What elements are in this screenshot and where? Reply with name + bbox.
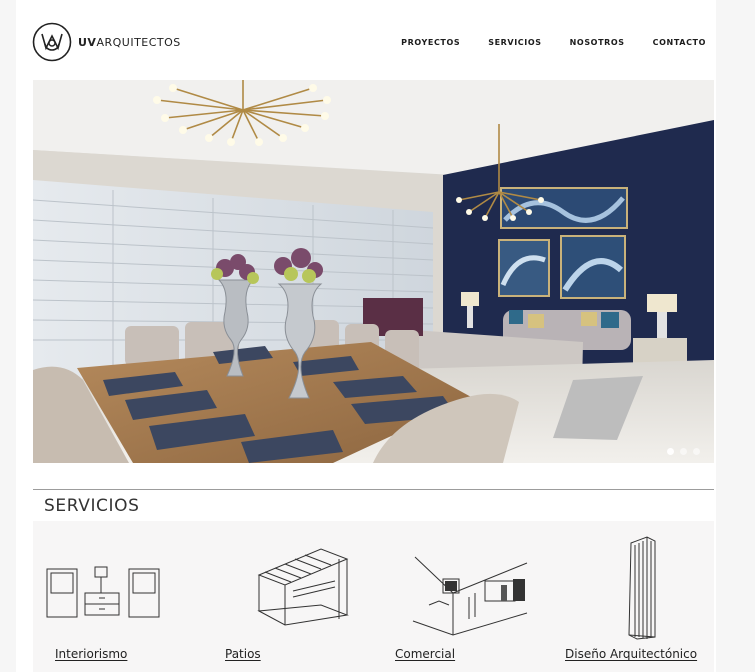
- nav-servicios[interactable]: SERVICIOS: [488, 38, 541, 47]
- slider-dot-2[interactable]: [680, 448, 687, 455]
- service-label: Patios: [225, 647, 261, 661]
- services-title: SERVICIOS: [44, 496, 140, 516]
- nav-contacto[interactable]: CONTACTO: [653, 38, 706, 47]
- service-label: Diseño Arquitectónico: [565, 647, 698, 661]
- service-label: Comercial: [395, 647, 456, 661]
- storefront-sketch-icon: [412, 556, 528, 636]
- service-label: Interiorismo: [55, 647, 128, 661]
- service-interiorismo[interactable]: Interiorismo: [33, 521, 203, 672]
- brand-name: UVARQUITECTOS: [78, 36, 181, 49]
- nav-nosotros[interactable]: NOSOTROS: [570, 38, 625, 47]
- main-nav: PROYECTOS SERVICIOS NOSOTROS CONTACTO: [373, 38, 706, 47]
- section-divider: [33, 489, 714, 490]
- service-patios[interactable]: Patios: [203, 521, 373, 672]
- hero-slider[interactable]: [33, 80, 714, 463]
- tower-sketch-icon: [628, 536, 656, 640]
- service-comercial[interactable]: Comercial: [373, 521, 543, 672]
- brand-name-bold: UV: [78, 35, 97, 49]
- brand-name-rest: ARQUITECTOS: [96, 35, 181, 49]
- service-diseno-arquitectonico[interactable]: Diseño Arquitectónico: [543, 521, 713, 672]
- page: UVARQUITECTOS PROYECTOS SERVICIOS NOSOTR…: [16, 0, 716, 672]
- furniture-sketch-icon: [46, 566, 160, 618]
- pergola-sketch-icon: [257, 548, 349, 626]
- nav-proyectos[interactable]: PROYECTOS: [401, 38, 460, 47]
- uv-monogram-icon: [32, 22, 72, 62]
- hero-image: [33, 80, 714, 463]
- services-row: Interiorismo Patios Comercial Diseño Arq…: [33, 521, 714, 672]
- logo[interactable]: UVARQUITECTOS: [32, 22, 181, 62]
- slider-dots: [661, 448, 700, 455]
- slider-dot-1[interactable]: [667, 448, 674, 455]
- slider-dot-3[interactable]: [693, 448, 700, 455]
